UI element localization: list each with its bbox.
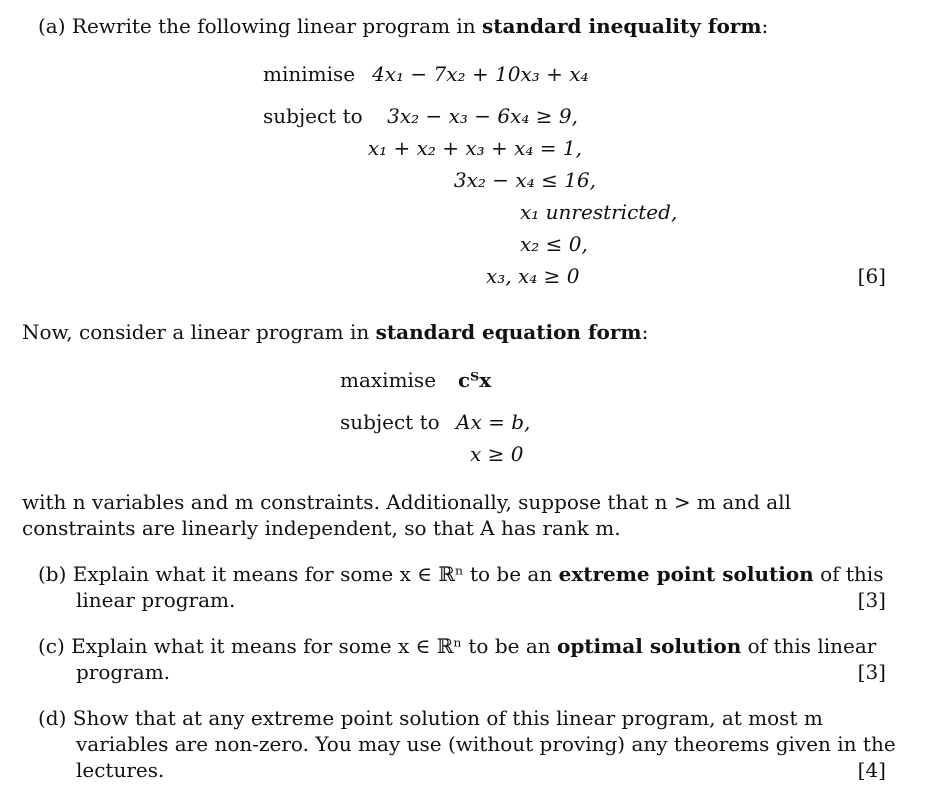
constraint: x₁ + x₂ + x₃ + x₄ = 1, (367, 136, 582, 160)
bold-term: standard inequality form (482, 14, 762, 38)
bold-term: standard equation form (375, 320, 642, 344)
text: of this (813, 562, 884, 586)
text: (b) Explain what it means for some x ∈ ℝ… (38, 562, 559, 586)
marks: [3] (857, 660, 886, 684)
part-b-line2: linear program. (76, 588, 236, 612)
intro-text: constraints are linearly independent, so… (22, 516, 621, 540)
subject-label: subject to (263, 104, 363, 128)
text: (c) Explain what it means for some x ∈ ℝ… (38, 634, 557, 658)
objective: 4x₁ − 7x₂ + 10x₃ + x₄ (372, 62, 589, 86)
text: (a) Rewrite the following linear program… (38, 14, 483, 38)
objective: cᵀx (458, 368, 492, 392)
constraint: x ≥ 0 (470, 442, 524, 466)
constraint: x₂ ≤ 0, (520, 232, 588, 256)
bold-term: extreme point solution (558, 562, 814, 586)
intro-text: with n variables and m constraints. Addi… (22, 490, 791, 514)
constraint: x₁ unrestricted, (520, 200, 678, 224)
marks: [4] (857, 758, 886, 782)
part-c-line2: program. (76, 660, 171, 684)
constraint: 3x₂ − x₃ − 6x₄ ≥ 9, (387, 104, 578, 128)
intro-heading: Now, consider a linear program in standa… (22, 320, 648, 344)
part-d-line3: lectures. (76, 758, 165, 782)
marks: [6] (857, 264, 886, 288)
objective-label: maximise (340, 368, 437, 392)
text: of this linear (741, 634, 877, 658)
part-c: (c) Explain what it means for some x ∈ ℝ… (38, 634, 876, 658)
part-d: (d) Show that at any extreme point solut… (38, 706, 823, 730)
part-d-line2: variables are non-zero. You may use (wit… (76, 732, 896, 756)
subject-label: subject to (340, 410, 440, 434)
objective-label: minimise (263, 62, 356, 86)
text: : (641, 320, 649, 344)
constraint: Ax = b, (456, 410, 531, 434)
part-b: (b) Explain what it means for some x ∈ ℝ… (38, 562, 883, 586)
text: Now, consider a linear program in (22, 320, 376, 344)
constraint: x₃, x₄ ≥ 0 (486, 264, 580, 288)
part-a-heading: (a) Rewrite the following linear program… (38, 14, 768, 38)
text: : (761, 14, 769, 38)
document-page: (a) Rewrite the following linear program… (0, 0, 938, 791)
constraint: 3x₂ − x₄ ≤ 16, (453, 168, 596, 192)
bold-term: optimal solution (556, 634, 742, 658)
marks: [3] (857, 588, 886, 612)
